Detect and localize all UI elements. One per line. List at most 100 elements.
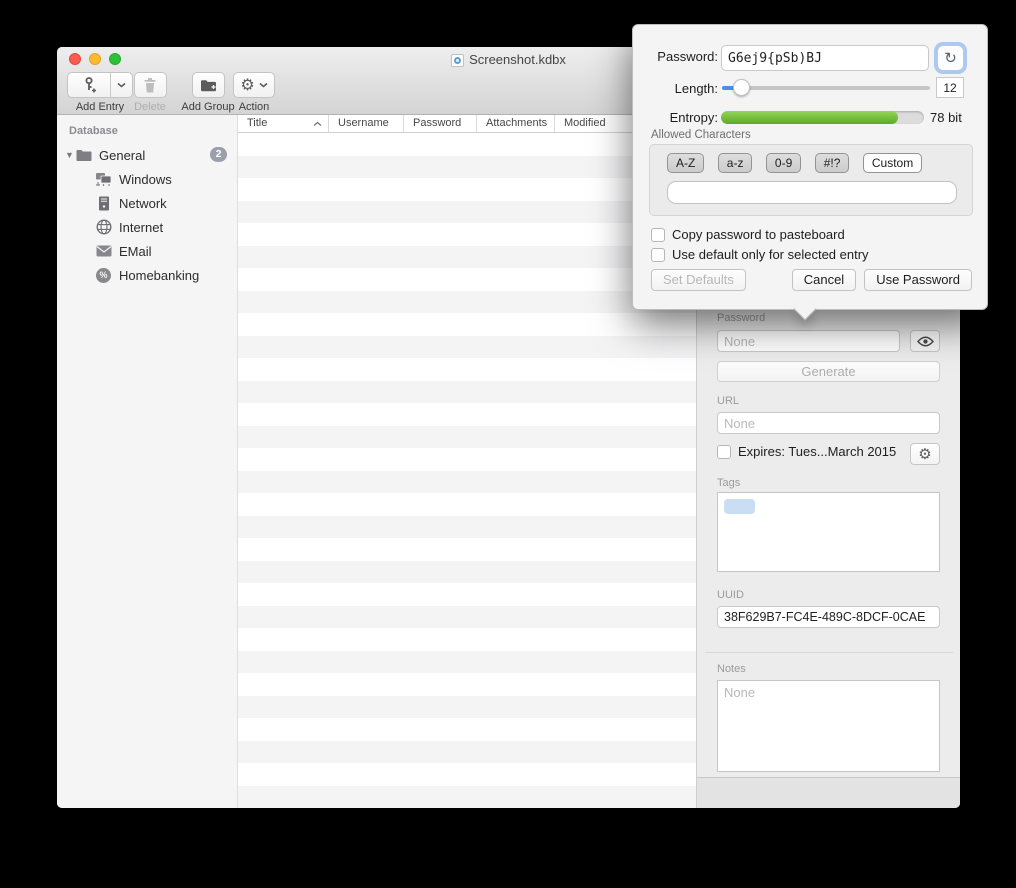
table-row [238, 673, 696, 696]
notes-section-label: Notes [717, 663, 746, 675]
eye-icon [917, 336, 934, 347]
entropy-fill [721, 111, 898, 124]
add-group-button[interactable] [192, 72, 225, 98]
expires-label: Expires: Tues...March 2015 [738, 444, 896, 459]
generate-password-button[interactable]: Generate [717, 361, 940, 382]
sidebar-item-network[interactable]: Network [57, 191, 237, 215]
uuid-field[interactable]: 38F629B7-FC4E-489C-8DCF-0CAE [717, 606, 940, 628]
delete-button[interactable] [134, 72, 167, 98]
sidebar-group-general[interactable]: ▼ General 2 [57, 143, 237, 167]
table-row [238, 223, 696, 246]
tag-token[interactable] [724, 499, 755, 514]
charset-symbols-button[interactable]: #!? [815, 153, 850, 173]
table-row [238, 493, 696, 516]
column-header-password[interactable]: Password [404, 115, 477, 132]
delete-label: Delete [125, 101, 175, 113]
column-header-username[interactable]: Username [329, 115, 404, 132]
charset-uppercase-button[interactable]: A-Z [667, 153, 704, 173]
entropy-value: 78 bit [930, 110, 962, 125]
delete-group: Delete [125, 72, 175, 113]
table-row [238, 448, 696, 471]
use-password-button[interactable]: Use Password [864, 269, 972, 291]
expires-settings-button[interactable]: ⚙ [910, 443, 940, 465]
trash-icon [135, 73, 166, 97]
allowed-characters-box: A-Z a-z 0-9 #!? Custom [649, 144, 973, 216]
length-label: Length: [633, 81, 718, 96]
chevron-down-icon [259, 82, 268, 88]
allowed-characters-label: Allowed Characters [651, 129, 751, 141]
sidebar-item-label: EMail [119, 244, 152, 259]
length-slider-knob[interactable] [733, 79, 750, 96]
table-row [238, 763, 696, 786]
sidebar-item-internet[interactable]: Internet [57, 215, 237, 239]
table-row [238, 651, 696, 674]
network-server-icon [95, 195, 112, 212]
add-entry-label: Add Entry [66, 101, 134, 113]
generated-password-field[interactable] [721, 45, 929, 71]
password-field[interactable] [717, 330, 900, 352]
entry-table-header: Title Username Password Attachments Modi… [238, 115, 696, 133]
entropy-label: Entropy: [633, 110, 718, 125]
url-section-label: URL [717, 395, 739, 407]
uuid-section-label: UUID [717, 589, 744, 601]
windows-group-icon [95, 171, 112, 188]
sidebar-item-label: Network [119, 196, 167, 211]
entry-count-badge: 2 [210, 147, 227, 162]
table-row [238, 313, 696, 336]
column-header-title[interactable]: Title [238, 115, 329, 132]
add-entry-group: Add Entry [66, 72, 134, 113]
entry-table: Title Username Password Attachments Modi… [238, 115, 696, 808]
sidebar-item-label: Homebanking [119, 268, 199, 283]
gear-icon: ⚙ [240, 77, 254, 93]
sidebar-item-homebanking[interactable]: % Homebanking [57, 263, 237, 287]
cancel-button[interactable]: Cancel [792, 269, 856, 291]
sidebar-group-label: General [99, 148, 145, 163]
charset-digits-button[interactable]: 0-9 [766, 153, 801, 173]
tags-field[interactable] [717, 492, 940, 572]
action-button[interactable]: ⚙ [233, 72, 275, 98]
percent-circle-icon: % [95, 267, 112, 284]
notes-field[interactable]: None [717, 680, 940, 772]
table-row [238, 696, 696, 719]
add-entry-button[interactable] [67, 72, 111, 98]
table-row [238, 718, 696, 741]
use-default-checkbox[interactable] [651, 248, 665, 262]
globe-icon [95, 219, 112, 236]
table-row [238, 358, 696, 381]
charset-lowercase-button[interactable]: a-z [718, 153, 753, 173]
inspector-divider [705, 652, 953, 653]
reveal-password-button[interactable] [910, 330, 940, 352]
regenerate-password-button[interactable]: ↻ [937, 45, 964, 71]
table-row [238, 336, 696, 359]
password-section-label: Password [717, 312, 765, 324]
sidebar-item-label: Internet [119, 220, 163, 235]
table-row [238, 201, 696, 224]
table-row [238, 291, 696, 314]
sidebar-item-email[interactable]: EMail [57, 239, 237, 263]
sort-ascending-icon [313, 121, 322, 127]
length-value-field[interactable] [936, 77, 964, 98]
length-slider[interactable] [722, 86, 930, 90]
sidebar-item-windows[interactable]: Windows [57, 167, 237, 191]
table-row [238, 178, 696, 201]
set-defaults-button[interactable]: Set Defaults [651, 269, 746, 291]
column-header-attachments[interactable]: Attachments [477, 115, 555, 132]
entry-table-body [238, 133, 696, 808]
generated-password-label: Password: [633, 49, 718, 64]
table-row [238, 786, 696, 809]
url-field[interactable] [717, 412, 940, 434]
custom-characters-field[interactable] [667, 181, 957, 204]
table-row [238, 426, 696, 449]
table-row [238, 268, 696, 291]
copy-password-row: Copy password to pasteboard [651, 227, 845, 242]
inspector-footer [697, 777, 960, 808]
table-row [238, 133, 696, 156]
charset-custom-button[interactable]: Custom [863, 153, 922, 173]
copy-password-checkbox[interactable] [651, 228, 665, 242]
expires-row: Expires: Tues...March 2015 [717, 444, 896, 459]
disclosure-triangle-icon[interactable]: ▼ [65, 150, 75, 160]
use-default-row: Use default only for selected entry [651, 247, 869, 262]
expires-checkbox[interactable] [717, 445, 731, 459]
table-row [238, 246, 696, 269]
table-row [238, 561, 696, 584]
